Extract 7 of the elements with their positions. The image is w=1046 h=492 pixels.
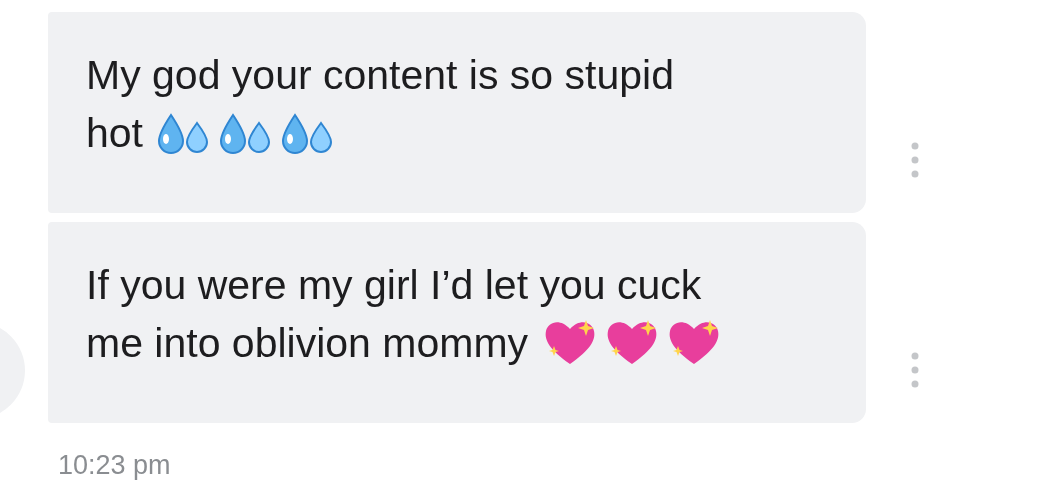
timestamp: 10:23 pm — [58, 449, 171, 482]
more-options-icon[interactable] — [911, 142, 919, 178]
message-text: hot — [86, 109, 143, 158]
message-text: If you were my girl I’d let you cuck — [86, 261, 703, 310]
more-options-icon[interactable] — [911, 352, 919, 388]
message-text: me into oblivion mommy — [86, 319, 529, 368]
message-text: My god your content is so stupid — [86, 51, 675, 100]
